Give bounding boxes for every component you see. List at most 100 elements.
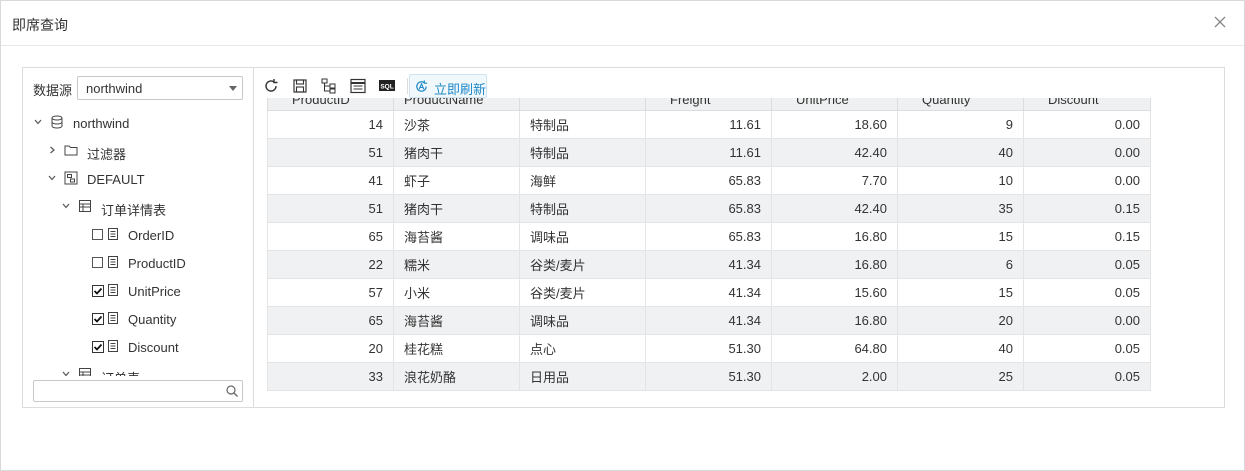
table-cell: 0.00 (1023, 110, 1151, 139)
table-row[interactable]: 51 猪肉干 特制品 11.61 42.40 40 0.00 (267, 138, 1151, 167)
field-label: OrderID (128, 228, 175, 243)
table-row[interactable]: 65 海苔酱 调味品 65.83 16.80 15 0.15 (267, 222, 1151, 251)
datasource-select[interactable]: northwind (77, 76, 243, 100)
tree-field-orderid[interactable]: OrderID (23, 221, 253, 249)
tree-node-root[interactable]: northwind (23, 109, 253, 137)
table-cell: 6 (897, 250, 1024, 279)
column-header[interactable]: UnitPrice (771, 98, 898, 111)
table-cell: 42.40 (771, 138, 898, 167)
table-cell: 海苔酱 (393, 306, 520, 335)
table-cell: 虾子 (393, 166, 520, 195)
datasource-selected-value: northwind (86, 81, 143, 96)
table-cell: 沙茶 (393, 110, 520, 139)
refresh-icon[interactable] (261, 76, 281, 96)
table-cell: 0.15 (1023, 194, 1151, 223)
field-search-input[interactable] (38, 381, 218, 401)
table-cell: 22 (267, 250, 394, 279)
table-cell: 0.00 (1023, 166, 1151, 195)
column-header[interactable] (519, 98, 646, 111)
table-cell: 调味品 (519, 306, 646, 335)
table-row[interactable]: 41 虾子 海鲜 65.83 7.70 10 0.00 (267, 166, 1151, 195)
column-header[interactable]: Freight (645, 98, 772, 111)
folder-icon (64, 145, 78, 156)
table-cell: 65.83 (645, 166, 772, 195)
table-cell: 65 (267, 222, 394, 251)
dialog-header: 即席查询 (1, 1, 1244, 46)
table-row[interactable]: 33 浪花奶酪 日用品 51.30 2.00 25 0.05 (267, 362, 1151, 391)
column-header[interactable]: ProductName (393, 98, 520, 111)
sql-icon[interactable]: SQL (377, 76, 397, 96)
table-row[interactable]: 14 沙茶 特制品 11.61 18.60 9 0.00 (267, 110, 1151, 139)
column-header[interactable]: Quantity (897, 98, 1024, 111)
tree-node-next-table[interactable]: 订单表 (23, 361, 253, 376)
table-cell: 特制品 (519, 138, 646, 167)
search-icon[interactable] (225, 384, 239, 398)
table-view-icon[interactable] (348, 76, 368, 96)
table-cell: 桂花糕 (393, 334, 520, 363)
table-cell: 41.34 (645, 278, 772, 307)
table-cell: 42.40 (771, 194, 898, 223)
checkbox-checked-icon[interactable] (92, 341, 104, 353)
table-cell: 浪花奶酪 (393, 362, 520, 391)
chevron-down-icon[interactable] (61, 369, 71, 376)
field-icon (108, 256, 118, 268)
table-row[interactable]: 57 小米 谷类/麦片 41.34 15.60 15 0.05 (267, 278, 1151, 307)
table-row[interactable]: 65 海苔酱 调味品 41.34 16.80 20 0.00 (267, 306, 1151, 335)
table-cell: 点心 (519, 334, 646, 363)
table-cell: 猪肉干 (393, 194, 520, 223)
table-cell: 0.05 (1023, 362, 1151, 391)
table-cell: 20 (267, 334, 394, 363)
tree-field-unitprice[interactable]: UnitPrice (23, 277, 253, 305)
refresh-now-button[interactable]: 立即刷新 (409, 74, 487, 98)
field-label: Discount (128, 340, 179, 355)
tree-node-filters[interactable]: 过滤器 (23, 137, 253, 165)
close-icon[interactable] (1212, 14, 1228, 30)
table-cell: 2.00 (771, 362, 898, 391)
save-icon[interactable] (290, 76, 310, 96)
dialog-title: 即席查询 (12, 17, 68, 33)
checkbox-checked-icon[interactable] (92, 285, 104, 297)
tree-field-quantity[interactable]: Quantity (23, 305, 253, 333)
tree-field-productid[interactable]: ProductID (23, 249, 253, 277)
tree-node-next-table-label: 订单表 (101, 368, 140, 376)
tree-field-discount[interactable]: Discount (23, 333, 253, 361)
tree-node-table[interactable]: 订单详情表 (23, 193, 253, 221)
table-cell: 41.34 (645, 250, 772, 279)
table-cell: 9 (897, 110, 1024, 139)
column-header[interactable]: Discount (1023, 98, 1151, 111)
table-cell: 猪肉干 (393, 138, 520, 167)
field-icon (108, 340, 118, 352)
field-search-box[interactable] (33, 380, 243, 402)
table-row[interactable]: 22 糯米 谷类/麦片 41.34 16.80 6 0.05 (267, 250, 1151, 279)
tree-node-root-label: northwind (73, 116, 130, 131)
field-checkbox[interactable] (92, 257, 103, 268)
table-cell: 0.00 (1023, 306, 1151, 335)
table-cell: 11.61 (645, 110, 772, 139)
field-label: Quantity (128, 312, 177, 327)
table-cell: 特制品 (519, 110, 646, 139)
chevron-down-icon[interactable] (33, 117, 43, 127)
checkbox-checked-icon[interactable] (92, 313, 104, 325)
hierarchy-icon[interactable] (319, 76, 339, 96)
table-cell: 16.80 (771, 306, 898, 335)
table-row[interactable]: 51 猪肉干 特制品 65.83 42.40 35 0.15 (267, 194, 1151, 223)
result-table: ProductID ProductName Freight UnitPrice … (267, 98, 1151, 391)
chevron-down-icon[interactable] (61, 201, 71, 211)
chevron-down-icon[interactable] (229, 86, 237, 91)
field-label: UnitPrice (128, 284, 181, 299)
table-cell: 11.61 (645, 138, 772, 167)
chevron-right-icon[interactable] (47, 145, 57, 155)
table-cell: 糯米 (393, 250, 520, 279)
table-row[interactable]: 20 桂花糕 点心 51.30 64.80 40 0.05 (267, 334, 1151, 363)
field-panel: 数据源 northwind northwind 过滤器 DEFAULT 订单详情… (23, 68, 254, 407)
table-cell: 15 (897, 278, 1024, 307)
table-cell: 64.80 (771, 334, 898, 363)
field-icon (108, 228, 118, 240)
column-header[interactable]: ProductID (267, 98, 394, 111)
table-cell: 海鲜 (519, 166, 646, 195)
table-cell: 7.70 (771, 166, 898, 195)
tree-node-default[interactable]: DEFAULT (23, 165, 253, 193)
field-checkbox[interactable] (92, 229, 103, 240)
table-cell: 33 (267, 362, 394, 391)
chevron-down-icon[interactable] (47, 173, 57, 183)
